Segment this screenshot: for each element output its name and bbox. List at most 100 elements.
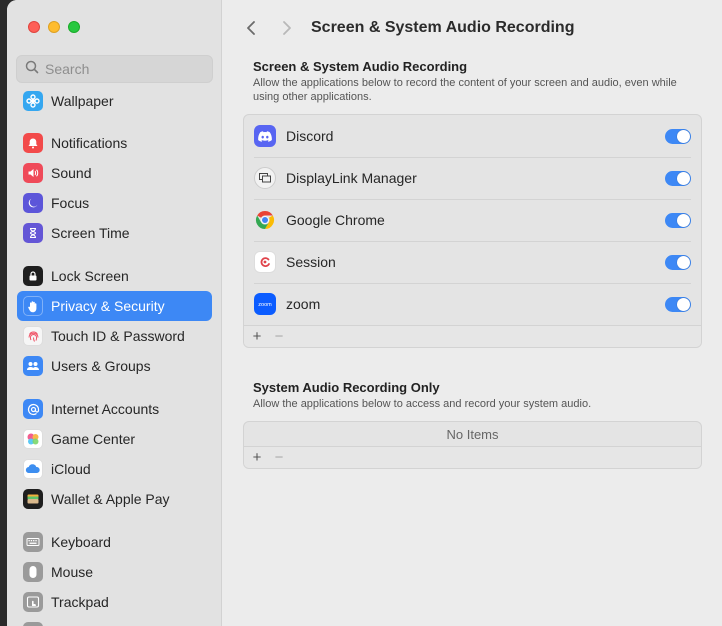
- sidebar-item-mouse[interactable]: Mouse: [17, 557, 212, 587]
- zoom-window-button[interactable]: [68, 21, 80, 33]
- page-title: Screen & System Audio Recording: [311, 19, 575, 36]
- search-field[interactable]: [16, 55, 213, 83]
- lock-icon: [23, 266, 43, 286]
- toolbar: Screen & System Audio Recording: [223, 10, 722, 46]
- sidebar-item-touch-id[interactable]: Touch ID & Password: [17, 321, 212, 351]
- sidebar-item-lock-screen[interactable]: Lock Screen: [17, 261, 212, 291]
- sidebar-item-label: Privacy & Security: [51, 298, 165, 314]
- chevron-left-icon: [247, 21, 255, 35]
- search-input[interactable]: [45, 61, 205, 77]
- sidebar-item-label: Screen Time: [51, 225, 130, 241]
- hand-icon: [23, 296, 43, 316]
- sidebar-item-label: Keyboard: [51, 534, 111, 550]
- sidebar-item-label: Users & Groups: [51, 358, 151, 374]
- chevron-right-icon: [283, 21, 291, 35]
- list-footer: + −: [244, 446, 701, 468]
- minimize-window-button[interactable]: [48, 21, 60, 33]
- wallet-icon: [23, 489, 43, 509]
- mouse-icon: [23, 562, 43, 582]
- sidebar-item-icloud[interactable]: iCloud: [17, 454, 212, 484]
- list-item-chrome: Google Chrome: [244, 199, 701, 241]
- section-description-screen-recording: Allow the applications below to record t…: [253, 77, 677, 103]
- at-icon: [23, 399, 43, 419]
- window-controls: [28, 21, 80, 33]
- sidebar-item-label: Touch ID & Password: [51, 328, 185, 344]
- keyboard-icon: [23, 532, 43, 552]
- sidebar-item-label: Internet Accounts: [51, 401, 160, 417]
- add-app-button[interactable]: +: [250, 328, 264, 345]
- sidebar-item-label: Mouse: [51, 564, 94, 580]
- sidebar-item-label: Wallpaper: [51, 93, 114, 109]
- printer-icon: [23, 622, 43, 626]
- system-audio-app-list: No Items + −: [243, 421, 702, 469]
- sidebar-item-partial[interactable]: [17, 617, 212, 626]
- sidebar-item-label: Game Center: [51, 431, 136, 447]
- sidebar-item-focus[interactable]: Focus: [17, 188, 212, 218]
- zoom-toggle[interactable]: [665, 296, 691, 312]
- chrome-icon: [254, 209, 276, 231]
- sidebar-item-label: Wallet & Apple Pay: [51, 491, 170, 507]
- hourglass-icon: [23, 223, 43, 243]
- moon-icon: [23, 193, 43, 213]
- speaker-icon: [23, 163, 43, 183]
- app-name: Discord: [286, 128, 334, 144]
- add-app-button[interactable]: +: [250, 449, 264, 466]
- sidebar-item-wallet[interactable]: Wallet & Apple Pay: [17, 484, 212, 514]
- sidebar-item-label: Trackpad: [51, 594, 109, 610]
- close-window-button[interactable]: [28, 21, 40, 33]
- sidebar-item-keyboard[interactable]: Keyboard: [17, 527, 212, 557]
- list-item-session: Session: [244, 241, 701, 283]
- users-icon: [23, 356, 43, 376]
- sidebar-item-notifications[interactable]: Notifications: [17, 128, 212, 158]
- settings-window: Wallpaper Notifications Sound Focus: [7, 0, 722, 626]
- remove-app-button[interactable]: −: [272, 328, 286, 345]
- sidebar-item-label: Focus: [51, 195, 90, 211]
- game-center-icon: [23, 429, 43, 449]
- sidebar: Wallpaper Notifications Sound Focus: [7, 0, 222, 626]
- sidebar-item-screen-time[interactable]: Screen Time: [17, 218, 212, 248]
- chrome-toggle[interactable]: [665, 212, 691, 228]
- sidebar-item-privacy-security[interactable]: Privacy & Security: [17, 291, 212, 321]
- sidebar-item-label: Notifications: [51, 135, 128, 151]
- app-name: Google Chrome: [286, 212, 385, 228]
- svg-text:zoom: zoom: [258, 302, 272, 308]
- discord-toggle[interactable]: [665, 128, 691, 144]
- trackpad-icon: [23, 592, 43, 612]
- sidebar-item-users-groups[interactable]: Users & Groups: [17, 351, 212, 381]
- section-title-screen-recording: Screen & System Audio Recording: [253, 59, 468, 74]
- sidebar-item-label: Lock Screen: [51, 268, 129, 284]
- discord-icon: [254, 125, 276, 147]
- sidebar-item-trackpad[interactable]: Trackpad: [17, 587, 212, 617]
- session-toggle[interactable]: [665, 254, 691, 270]
- back-button[interactable]: [239, 16, 263, 40]
- sidebar-item-sound[interactable]: Sound: [17, 158, 212, 188]
- bell-icon: [23, 133, 43, 153]
- sidebar-item-wallpaper[interactable]: Wallpaper: [17, 86, 212, 116]
- remove-app-button[interactable]: −: [272, 449, 286, 466]
- cloud-icon: [23, 459, 43, 479]
- displaylink-icon: [254, 167, 276, 189]
- forward-button[interactable]: [275, 16, 299, 40]
- list-item-zoom: zoom zoom: [244, 283, 701, 325]
- section-title-system-audio: System Audio Recording Only: [253, 380, 440, 395]
- list-item-displaylink: DisplayLink Manager: [244, 157, 701, 199]
- app-name: zoom: [286, 296, 321, 312]
- sidebar-item-game-center[interactable]: Game Center: [17, 424, 212, 454]
- screen-recording-app-list: Discord DisplayLink Manager Google Chrom…: [243, 114, 702, 348]
- zoom-icon: zoom: [254, 293, 276, 315]
- sidebar-item-label: iCloud: [51, 461, 91, 477]
- app-name: Session: [286, 254, 336, 270]
- sidebar-item-label: Sound: [51, 165, 92, 181]
- list-item-discord: Discord: [244, 115, 701, 157]
- list-footer: + −: [244, 325, 701, 347]
- search-icon: [25, 60, 39, 79]
- section-description-system-audio: Allow the applications below to access a…: [253, 398, 592, 410]
- main-content: Screen & System Audio Recording Screen &…: [223, 0, 722, 626]
- wallpaper-icon: [23, 91, 43, 111]
- app-name: DisplayLink Manager: [286, 170, 417, 186]
- session-icon: [254, 251, 276, 273]
- empty-list-text: No Items: [446, 426, 499, 442]
- fingerprint-icon: [23, 326, 43, 346]
- displaylink-toggle[interactable]: [665, 170, 691, 186]
- sidebar-item-internet-accounts[interactable]: Internet Accounts: [17, 394, 212, 424]
